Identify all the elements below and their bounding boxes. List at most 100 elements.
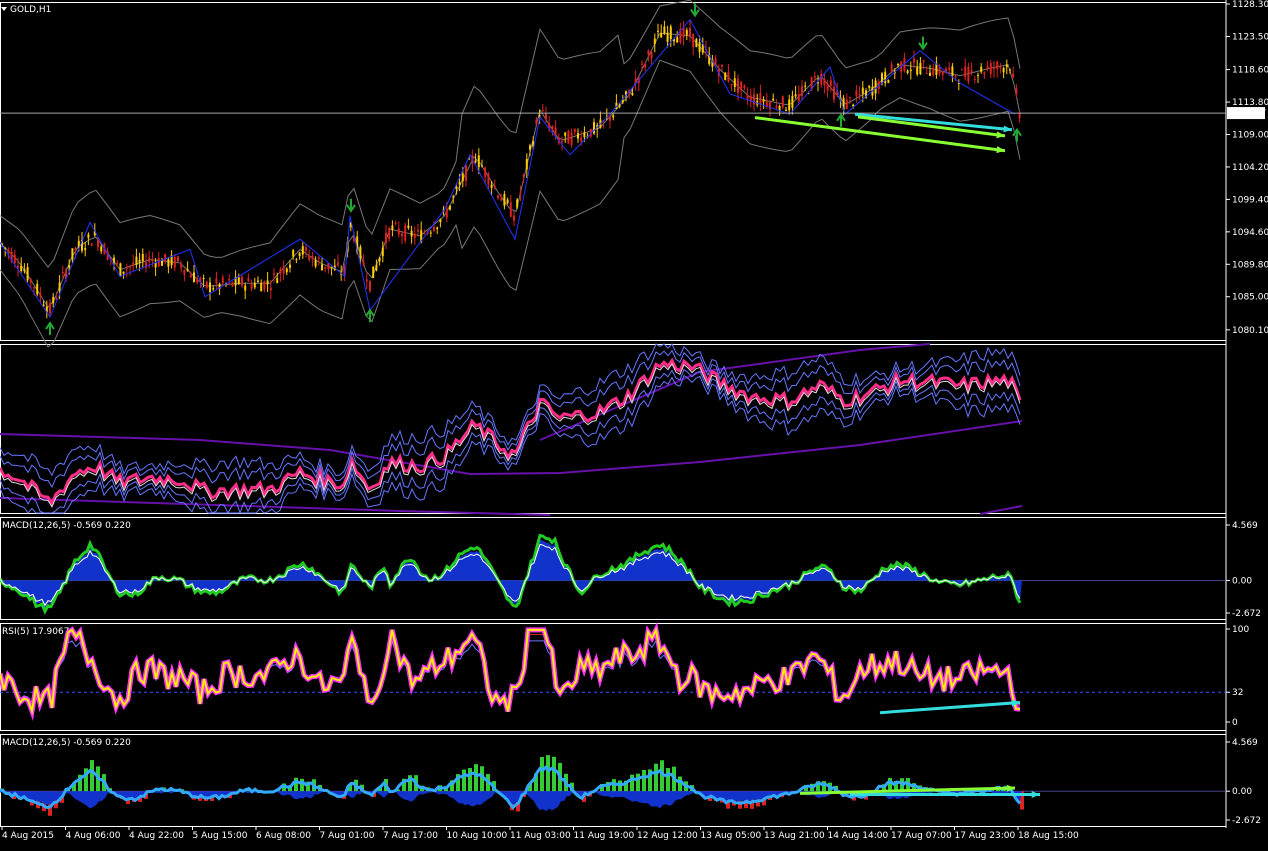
candle-body — [49, 302, 51, 314]
chart-menu-icon[interactable] — [1, 7, 7, 11]
candle-body — [410, 230, 413, 237]
macd-2-histogram-bar — [294, 777, 298, 792]
candle-body — [314, 260, 317, 267]
rsi-trendline-1 — [879, 700, 1021, 715]
candle-body — [1018, 113, 1021, 119]
candle-body — [996, 61, 999, 69]
candle-body — [298, 252, 301, 257]
candle-body — [561, 140, 563, 143]
macd-2-histogram-bar — [468, 768, 472, 792]
price-tick-label: 1104.20 — [1232, 163, 1268, 173]
candle-body — [666, 32, 669, 42]
x-axis: 4 Aug 2015 4 Aug 06:00 4 Aug 22:00 5 Aug 15… — [1, 826, 1079, 841]
candle-body — [551, 126, 554, 129]
candle-body — [244, 285, 247, 291]
candle-body — [781, 96, 784, 108]
candle-body — [733, 78, 736, 87]
candle-body — [740, 81, 743, 90]
candle-body — [433, 227, 435, 231]
candle-body — [189, 274, 192, 278]
candle-body — [692, 33, 695, 48]
candle-body — [186, 269, 189, 271]
candle-body — [375, 264, 378, 271]
candle-body — [68, 265, 71, 269]
candle-body — [394, 222, 397, 225]
candle-body — [212, 288, 215, 290]
candle-body — [999, 66, 1002, 68]
candle-body — [362, 261, 365, 266]
rsi-title: RSI(5) 17.9067 — [2, 627, 69, 637]
candle-body — [289, 264, 291, 268]
candle-body — [253, 282, 256, 288]
arrow-up-icon — [45, 321, 55, 336]
candle-body — [1002, 67, 1005, 73]
candle-body — [477, 155, 480, 168]
candle-body — [609, 116, 611, 121]
candle-body — [772, 98, 775, 101]
macd-2-histogram-bar — [888, 777, 892, 792]
candle-body — [122, 271, 125, 274]
macd-1-title: MACD(12,26,5) -0.569 0.220 — [2, 521, 131, 531]
price-tick-label: 1085.00 — [1232, 293, 1268, 303]
candle-body — [788, 99, 791, 111]
arrow-up-icon — [836, 113, 846, 127]
price-tick-label: 1099.40 — [1232, 195, 1268, 205]
candle-body — [282, 266, 285, 274]
candle-body — [132, 262, 135, 266]
arrow-down-icon — [918, 36, 928, 51]
symbol-label: GOLD,H1 — [10, 5, 51, 15]
candle-body — [308, 256, 311, 260]
candle-body — [874, 80, 877, 94]
candle-body — [829, 80, 832, 86]
candle-body — [730, 83, 733, 86]
candle-body — [884, 71, 887, 84]
candle-body — [138, 259, 141, 264]
candle-body — [913, 58, 915, 63]
candle-body — [993, 68, 995, 70]
candle-body — [573, 128, 576, 133]
candle-body — [967, 66, 970, 82]
x-tick-label: 4 Aug 06:00 — [66, 831, 121, 841]
candle-body — [71, 248, 74, 260]
candle-body — [989, 63, 992, 75]
candle-body — [301, 246, 304, 255]
macd-2-histogram-bar — [636, 773, 640, 792]
chart-canvas[interactable]: GOLD,H1 1128.30 1123.50 1118.60 1113.80 1109.… — [0, 0, 1268, 851]
candle-body — [657, 30, 659, 32]
x-tick-label: 5 Aug 15:00 — [193, 831, 248, 841]
rsi-tick-label: 32 — [1232, 688, 1243, 698]
candle-body — [737, 78, 739, 93]
candle-body — [525, 158, 528, 170]
candle-body — [631, 92, 634, 95]
candle-body — [461, 173, 464, 182]
candle-body — [644, 63, 647, 68]
candle-body — [279, 269, 282, 274]
candle-body — [583, 132, 586, 138]
candle-body — [535, 119, 538, 125]
candle-body — [407, 225, 410, 228]
price-tick-label: 1094.60 — [1232, 228, 1268, 238]
candle-body — [458, 181, 461, 185]
candle-body — [714, 58, 717, 66]
candle-body — [161, 260, 163, 266]
candle-body — [465, 165, 467, 182]
candle-body — [849, 97, 851, 99]
current-price-label: 1112.17 — [1229, 109, 1266, 119]
candle-body — [634, 78, 637, 83]
candle-body — [388, 227, 391, 240]
candle-body — [925, 73, 928, 75]
candle-body — [813, 75, 816, 78]
candle-body — [183, 269, 186, 275]
candle-body — [151, 259, 154, 261]
candle-body — [833, 86, 835, 100]
candle-body — [321, 264, 323, 271]
bollinger-band-2 — [0, 32, 1021, 308]
candle-body — [84, 248, 87, 251]
macd-2-trendline-1-head — [1031, 790, 1040, 798]
candle-body — [100, 246, 103, 252]
candle-body — [727, 72, 730, 82]
candle-body — [119, 263, 122, 277]
candle-body — [698, 42, 701, 52]
candle-body — [423, 232, 426, 234]
candle-body — [791, 95, 794, 108]
